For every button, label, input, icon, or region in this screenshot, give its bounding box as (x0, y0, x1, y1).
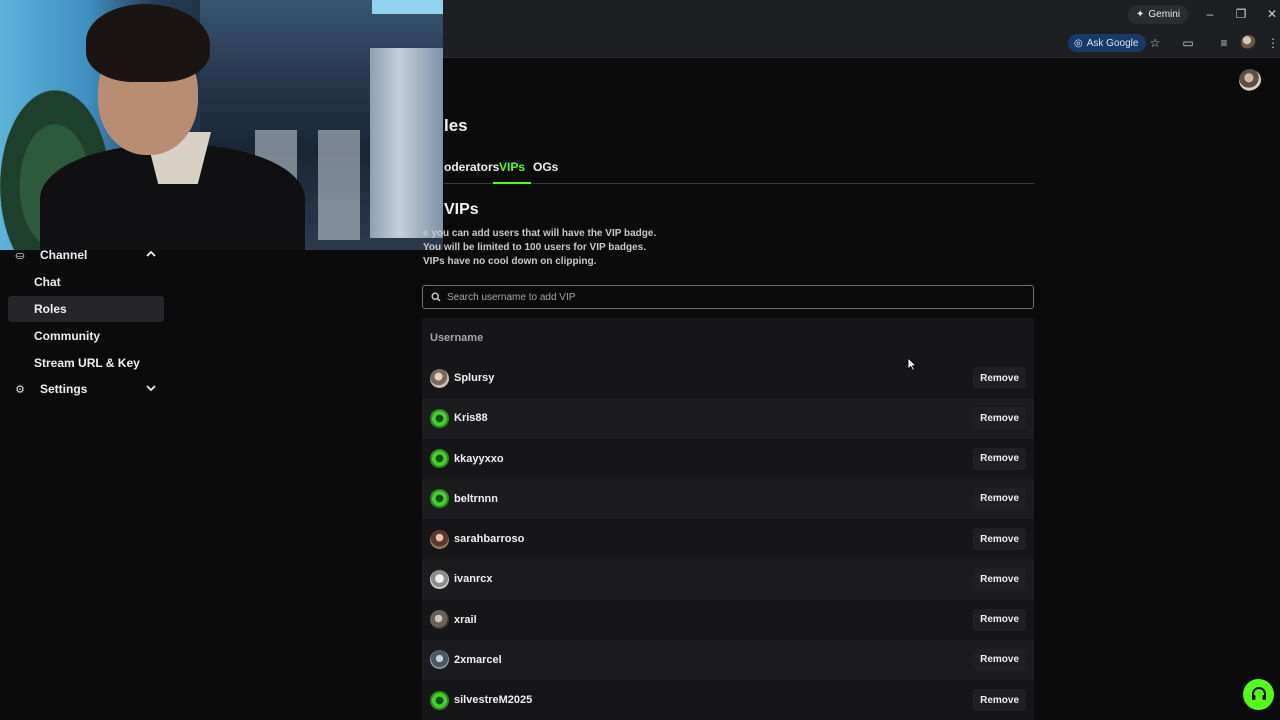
webcam-fridge (370, 48, 443, 238)
sidebar-group-settings[interactable]: ⚙ Settings (8, 376, 164, 402)
remove-button[interactable]: Remove (973, 447, 1026, 470)
user-avatar[interactable] (1239, 69, 1261, 91)
search-icon (431, 292, 441, 302)
table-row: ivanrcx Remove (422, 559, 1034, 600)
table-row: 2xmarcel Remove (422, 639, 1034, 680)
remove-button[interactable]: Remove (973, 367, 1026, 389)
avatar (430, 449, 449, 469)
support-chat-button[interactable] (1243, 679, 1274, 710)
chevron-up-icon (146, 250, 156, 257)
headset-icon (1251, 686, 1266, 700)
avatar (430, 650, 449, 670)
sidebar-group-channel[interactable]: ⛀ Channel (8, 242, 164, 268)
remove-button[interactable]: Remove (973, 648, 1026, 671)
mouse-cursor-icon (907, 357, 917, 371)
sidebar-item-label: Roles (34, 302, 67, 316)
avatar (430, 368, 449, 388)
table-row: Splursy Remove (422, 358, 1034, 398)
username[interactable]: ivanrcx (454, 573, 493, 585)
sidebar-group-label: Settings (40, 382, 88, 396)
username[interactable]: kkayyxxo (454, 453, 504, 465)
search-vip-field[interactable] (422, 285, 1034, 309)
column-header-username: Username (430, 332, 484, 344)
avatar (430, 569, 449, 589)
username[interactable]: Kris88 (454, 412, 488, 424)
table-row: Kris88 Remove (422, 398, 1034, 439)
vip-table: Username Splursy Remove Kris88 Remove kk… (422, 318, 1034, 720)
remove-button[interactable]: Remove (973, 528, 1026, 550)
gemini-label: Gemini (1148, 9, 1181, 20)
sidebar-item-label: Chat (34, 275, 61, 289)
sidebar-item-roles[interactable]: Roles (8, 296, 164, 322)
gemini-button[interactable]: ✦ Gemini (1128, 5, 1189, 24)
lens-icon: ◎ (1074, 37, 1083, 49)
table-row: beltrnnn Remove (422, 478, 1034, 519)
webcam-stool (318, 130, 360, 240)
avatar (430, 489, 449, 509)
avatar (430, 690, 449, 710)
username[interactable]: sarahbarroso (454, 533, 524, 545)
gear-icon: ⚙ (15, 383, 25, 396)
remove-button[interactable]: Remove (973, 608, 1026, 631)
webcam-person-hair (86, 4, 210, 82)
description-line: VIPs have no cool down on clipping. (423, 256, 597, 267)
avatar (430, 529, 449, 549)
sidebar-item-stream-url-key[interactable]: Stream URL & Key (8, 350, 164, 376)
ask-google-label: Ask Google (1086, 37, 1139, 49)
remove-button[interactable]: Remove (973, 568, 1026, 591)
search-input[interactable] (447, 291, 1007, 303)
page-title: les (444, 116, 468, 135)
tab-ogs[interactable]: OGs (533, 160, 558, 184)
table-row: kkayyxxo Remove (422, 439, 1034, 479)
username[interactable]: xrail (454, 614, 477, 626)
webcam-overlay (0, 0, 443, 250)
sidebar-item-label: Community (34, 329, 100, 343)
role-tabs: oderators VIPs OGs (444, 160, 1034, 184)
table-row: xrail Remove (422, 600, 1034, 640)
media-queue-icon[interactable]: ≡ (1215, 34, 1233, 52)
sidebar-item-chat[interactable]: Chat (8, 269, 164, 295)
tab-moderators[interactable]: oderators (444, 160, 499, 184)
remove-button[interactable]: Remove (973, 407, 1026, 430)
bookmark-star-icon[interactable]: ☆ (1146, 34, 1164, 52)
webcam-light (372, 0, 443, 14)
users-icon: ⛀ (15, 249, 25, 262)
browser-profile-avatar[interactable] (1241, 35, 1256, 50)
sparkle-icon: ✦ (1136, 9, 1145, 20)
section-title: VIPs (444, 201, 479, 218)
table-row: sarahbarroso Remove (422, 519, 1034, 559)
avatar (430, 610, 449, 630)
remove-button[interactable]: Remove (973, 689, 1026, 711)
ask-google-button[interactable]: ◎ Ask Google (1068, 34, 1147, 52)
close-icon[interactable]: ✕ (1261, 4, 1280, 24)
sidebar-item-label: Stream URL & Key (34, 356, 140, 370)
username[interactable]: beltrnnn (454, 493, 498, 505)
sidebar-group-label: Channel (40, 248, 88, 262)
chevron-down-icon (146, 385, 156, 392)
description-line: You will be limited to 100 users for VIP… (423, 242, 647, 253)
minimize-icon[interactable]: – (1199, 4, 1221, 24)
more-menu-icon[interactable]: ⋮ (1264, 34, 1280, 52)
remove-button[interactable]: Remove (973, 487, 1026, 510)
username[interactable]: 2xmarcel (454, 654, 502, 666)
table-row: silvestreM2025 Remove (422, 680, 1034, 720)
username[interactable]: Splursy (454, 372, 494, 384)
username[interactable]: silvestreM2025 (454, 694, 532, 706)
avatar (430, 408, 449, 428)
tab-vips[interactable]: VIPs (492, 160, 532, 184)
cast-icon[interactable]: ▭ (1179, 34, 1197, 52)
restore-icon[interactable]: ❐ (1230, 4, 1252, 24)
sidebar-item-community[interactable]: Community (8, 323, 164, 349)
description-line: e you can add users that will have the V… (423, 228, 657, 239)
